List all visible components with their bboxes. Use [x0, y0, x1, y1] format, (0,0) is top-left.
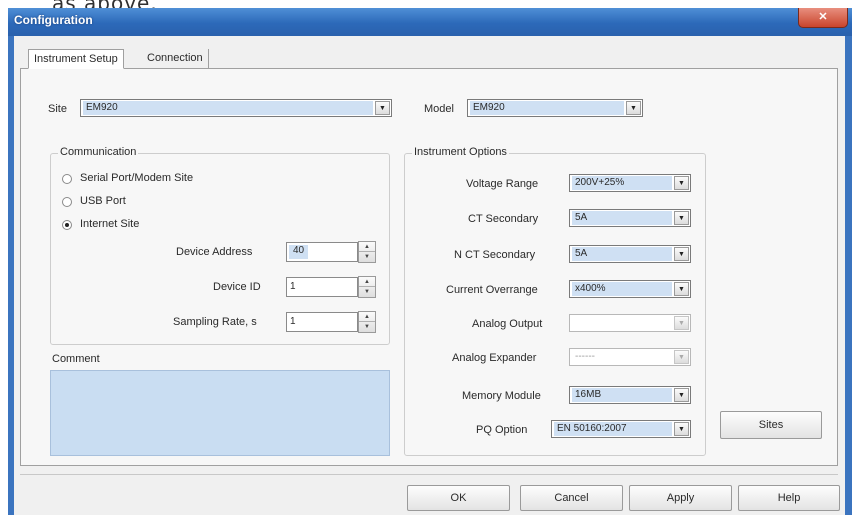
window-title: Configuration: [14, 13, 93, 27]
device-address-value: 40: [289, 245, 309, 259]
device-id-spinner[interactable]: ▲ ▼: [358, 276, 376, 298]
close-button[interactable]: ✕: [798, 8, 848, 28]
analog-output-label: Analog Output: [472, 318, 543, 330]
window-titlebar[interactable]: Configuration ✕: [8, 8, 852, 36]
pq-option-value: EN 50160:2007: [554, 422, 672, 436]
site-label: Site: [48, 103, 67, 115]
cancel-button[interactable]: Cancel: [520, 485, 623, 511]
ct-secondary-dropdown[interactable]: 5A ▼: [569, 209, 691, 227]
model-dropdown[interactable]: EM920 ▼: [467, 99, 643, 117]
voltage-range-label: Voltage Range: [466, 178, 539, 190]
internet-site-radio[interactable]: [62, 220, 72, 230]
device-id-value: 1: [290, 281, 296, 292]
n-ct-secondary-value: 5A: [572, 247, 672, 261]
chevron-down-icon[interactable]: ▼: [674, 422, 689, 436]
spin-up-icon[interactable]: ▲: [359, 242, 375, 252]
help-button[interactable]: Help: [738, 485, 840, 511]
ok-button[interactable]: OK: [407, 485, 510, 511]
spin-up-icon[interactable]: ▲: [359, 277, 375, 287]
n-ct-secondary-dropdown[interactable]: 5A ▼: [569, 245, 691, 263]
analog-expander-dropdown[interactable]: ------ ▼: [569, 348, 691, 366]
serial-port-radio[interactable]: [62, 174, 72, 184]
internet-site-radio-label: Internet Site: [80, 218, 140, 230]
sampling-rate-input[interactable]: 1: [286, 312, 358, 332]
chevron-down-icon[interactable]: ▼: [674, 282, 689, 296]
ct-secondary-label: CT Secondary: [468, 213, 539, 225]
voltage-range-value: 200V+25%: [572, 176, 672, 190]
chevron-down-icon[interactable]: ▼: [375, 101, 390, 115]
current-overrange-dropdown[interactable]: x400% ▼: [569, 280, 691, 298]
analog-expander-value: ------: [572, 350, 672, 364]
analog-output-dropdown[interactable]: ▼: [569, 314, 691, 332]
usb-port-radio[interactable]: [62, 197, 72, 207]
chevron-down-icon[interactable]: ▼: [626, 101, 641, 115]
serial-port-radio-label: Serial Port/Modem Site: [80, 172, 194, 184]
comment-label: Comment: [52, 353, 100, 365]
pq-option-label: PQ Option: [476, 424, 528, 436]
device-address-spinner[interactable]: ▲ ▼: [358, 241, 376, 263]
sampling-rate-spinner[interactable]: ▲ ▼: [358, 311, 376, 333]
sampling-rate-label: Sampling Rate, s: [173, 316, 257, 328]
spin-down-icon[interactable]: ▼: [359, 322, 375, 332]
apply-button[interactable]: Apply: [629, 485, 732, 511]
analog-expander-label: Analog Expander: [452, 352, 537, 364]
device-address-input[interactable]: 40: [286, 242, 358, 262]
chevron-down-icon[interactable]: ▼: [674, 211, 689, 225]
sampling-rate-value: 1: [290, 316, 296, 327]
bottom-separator: [20, 474, 838, 475]
current-overrange-value: x400%: [572, 282, 672, 296]
chevron-down-icon[interactable]: ▼: [674, 247, 689, 261]
chevron-down-icon[interactable]: ▼: [674, 388, 689, 402]
chevron-down-icon[interactable]: ▼: [674, 176, 689, 190]
spin-down-icon[interactable]: ▼: [359, 287, 375, 297]
pq-option-dropdown[interactable]: EN 50160:2007 ▼: [551, 420, 691, 438]
chevron-down-icon[interactable]: ▼: [674, 350, 689, 364]
memory-module-label: Memory Module: [462, 390, 541, 402]
close-icon: ✕: [818, 11, 828, 23]
device-id-input[interactable]: 1: [286, 277, 358, 297]
model-value: EM920: [470, 101, 624, 115]
sites-button[interactable]: Sites: [720, 411, 822, 439]
memory-module-value: 16MB: [572, 388, 672, 402]
spin-down-icon[interactable]: ▼: [359, 252, 375, 262]
site-value: EM920: [83, 101, 373, 115]
instrument-options-group: [404, 153, 706, 456]
chevron-down-icon[interactable]: ▼: [674, 316, 689, 330]
usb-port-radio-label: USB Port: [80, 195, 126, 207]
window-frame-right: [845, 36, 852, 515]
site-dropdown[interactable]: EM920 ▼: [80, 99, 392, 117]
tab-connection[interactable]: Connection: [142, 49, 209, 69]
analog-output-value: [572, 316, 672, 330]
n-ct-secondary-label: N CT Secondary: [454, 249, 536, 261]
tab-instrument-setup[interactable]: Instrument Setup: [28, 49, 124, 69]
spin-up-icon[interactable]: ▲: [359, 312, 375, 322]
current-overrange-label: Current Overrange: [446, 284, 538, 296]
voltage-range-dropdown[interactable]: 200V+25% ▼: [569, 174, 691, 192]
device-id-label: Device ID: [213, 281, 261, 293]
device-address-label: Device Address: [176, 246, 253, 258]
communication-group-title: Communication: [58, 146, 139, 158]
instrument-options-group-title: Instrument Options: [412, 146, 509, 158]
comment-textarea[interactable]: [50, 370, 390, 456]
model-label: Model: [424, 103, 454, 115]
ct-secondary-value: 5A: [572, 211, 672, 225]
memory-module-dropdown[interactable]: 16MB ▼: [569, 386, 691, 404]
